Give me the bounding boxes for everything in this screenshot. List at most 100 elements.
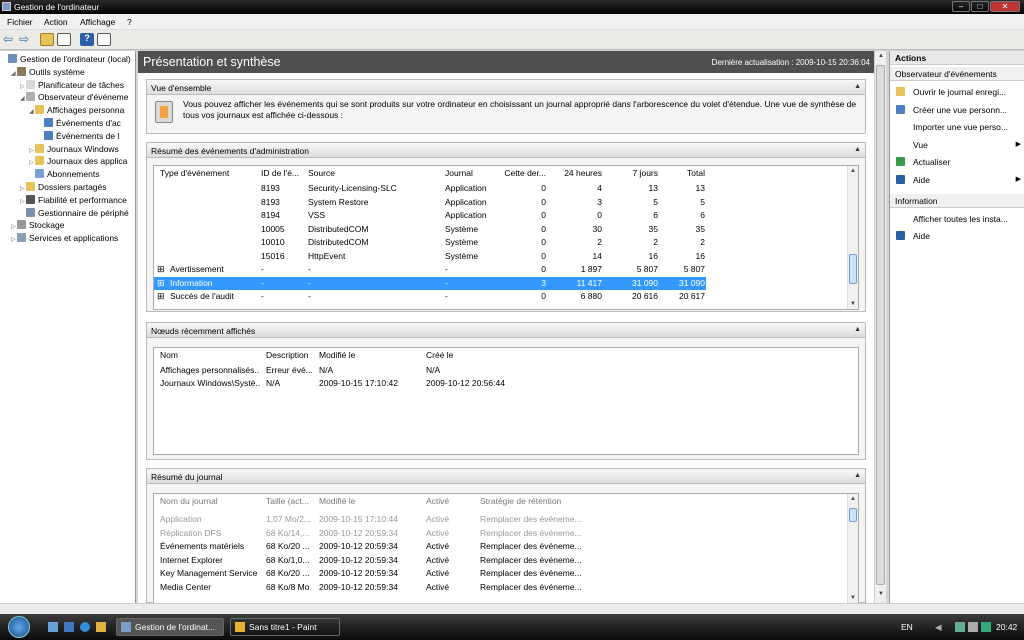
- maximize-button[interactable]: □: [971, 1, 989, 12]
- action-item[interactable]: Afficher toutes les insta...: [890, 212, 1024, 226]
- minimize-button[interactable]: –: [952, 1, 970, 12]
- column-header[interactable]: Type d'événement: [160, 168, 255, 178]
- table-row[interactable]: 10010 DistributedCOM Système 0 2 2 2: [154, 236, 858, 249]
- tree-item[interactable]: ▷ Journaux des applica: [29, 155, 127, 167]
- volume-icon[interactable]: [968, 622, 978, 632]
- column-header[interactable]: Taille (act...: [266, 496, 314, 506]
- tree-item[interactable]: ◢ Affichages personna: [29, 104, 124, 116]
- clock[interactable]: 20:42: [996, 622, 1017, 632]
- menu-fichier[interactable]: Fichier: [7, 17, 33, 27]
- table-row[interactable]: 8193 Security-Licensing-SLC Application 0 4 1…: [154, 182, 858, 195]
- column-header[interactable]: Créé le: [426, 350, 526, 360]
- network-icon[interactable]: [955, 622, 965, 632]
- log-summary-grid[interactable]: Nom du journal Taille (act... Modifié le Ac…: [153, 493, 859, 603]
- table-row[interactable]: Réplication DFS 68 Ko/14,... 2009-10-12 20…: [154, 527, 858, 540]
- column-header[interactable]: Description: [266, 350, 314, 360]
- tree-item[interactable]: ▷ Planificateur de tâches: [20, 79, 124, 91]
- grid-scrollbar[interactable]: ▲ ▼: [847, 166, 858, 309]
- column-header[interactable]: Journal: [445, 168, 501, 178]
- column-header[interactable]: 7 jours: [615, 168, 658, 178]
- tree-item[interactable]: ◢ Outils système: [11, 66, 85, 78]
- action-item[interactable]: Aide ▶: [890, 173, 1024, 187]
- scroll-down-icon[interactable]: ▼: [850, 301, 856, 307]
- tree-item[interactable]: ◢ Observateur d'événeme: [20, 91, 128, 103]
- tree-item[interactable]: ▷ Dossiers partagés: [20, 181, 107, 193]
- language-indicator[interactable]: EN: [901, 622, 913, 632]
- expand-box-icon[interactable]: ⊞: [157, 278, 165, 289]
- column-header[interactable]: ID de l'é...: [261, 168, 303, 178]
- window-title-bar[interactable]: Gestion de l'ordinateur – □ ✕: [0, 0, 1024, 14]
- action-item[interactable]: Ouvrir le journal enregi...: [890, 85, 1024, 99]
- tree-item[interactable]: Abonnements: [29, 168, 99, 180]
- column-header[interactable]: Modifié le: [319, 496, 419, 506]
- action-item[interactable]: Créer une vue personn...: [890, 103, 1024, 117]
- column-header[interactable]: Stratégie de rétention: [480, 496, 620, 506]
- tree-item[interactable]: Événements de l: [38, 130, 119, 142]
- forward-arrow-icon[interactable]: ⇨: [19, 33, 33, 46]
- action-item[interactable]: Actualiser: [890, 155, 1024, 169]
- column-header[interactable]: Activé: [426, 496, 474, 506]
- tree-item[interactable]: ▷ Fiabilité et performance: [20, 194, 127, 206]
- scroll-up-icon[interactable]: ▲: [878, 53, 884, 59]
- close-button[interactable]: ✕: [990, 1, 1020, 12]
- column-header[interactable]: 24 heures: [553, 168, 602, 178]
- switch-windows-icon[interactable]: [64, 622, 74, 632]
- show-desktop-icon[interactable]: [48, 622, 58, 632]
- column-header[interactable]: Source: [308, 168, 438, 178]
- recent-nodes-grid[interactable]: Nom Description Modifié le Créé le Affichage…: [153, 347, 859, 455]
- tree-item[interactable]: ▷ Stockage: [11, 219, 64, 231]
- collapse-icon[interactable]: ▲: [854, 326, 861, 333]
- expand-box-icon[interactable]: ⊞: [157, 264, 165, 275]
- table-row[interactable]: Succès de l'audit - - - 0 6 880 20 616 20 617 ⊞: [154, 290, 858, 303]
- show-hide-tree-icon[interactable]: [57, 33, 71, 46]
- actions-section-header[interactable]: Observateur d'événements: [890, 67, 1024, 81]
- back-arrow-icon[interactable]: ⇦: [3, 33, 17, 46]
- column-header[interactable]: Total: [662, 168, 705, 178]
- column-header[interactable]: Nom du journal: [160, 496, 260, 506]
- menu-affichage[interactable]: Affichage: [80, 17, 115, 27]
- actions-section-header[interactable]: Information: [890, 193, 1024, 208]
- collapse-icon[interactable]: ▲: [854, 83, 861, 90]
- folder-icon[interactable]: [96, 622, 106, 632]
- tree-item[interactable]: Événements d'ac: [38, 117, 121, 129]
- scroll-down-icon[interactable]: ▼: [878, 591, 884, 597]
- table-row[interactable]: Événements matériels 68 Ko/20 ... 2009-10-…: [154, 540, 858, 553]
- center-scrollbar[interactable]: ▲ ▼: [874, 51, 886, 603]
- action-item[interactable]: Vue ▶: [890, 138, 1024, 152]
- action-item[interactable]: Aide: [890, 229, 1024, 243]
- table-row[interactable]: 8193 System Restore Application 0 3 5 5: [154, 196, 858, 209]
- table-row[interactable]: Information - - - 3 11 417 31 090 31 090 ⊞: [154, 276, 706, 290]
- column-header[interactable]: Modifié le: [319, 350, 419, 360]
- table-row[interactable]: 8194 VSS Application 0 0 6 6: [154, 209, 858, 222]
- expand-box-icon[interactable]: ⊞: [157, 291, 165, 302]
- scroll-up-icon[interactable]: ▲: [850, 496, 856, 502]
- show-hide-actions-icon[interactable]: [97, 33, 111, 46]
- task-computer-management[interactable]: Gestion de l'ordinat...: [116, 618, 224, 636]
- scroll-thumb[interactable]: [849, 508, 857, 522]
- internet-explorer-icon[interactable]: [80, 622, 90, 632]
- tree-item[interactable]: ▷ Journaux Windows: [29, 143, 119, 155]
- scroll-thumb[interactable]: [849, 254, 857, 284]
- scroll-up-icon[interactable]: ▲: [850, 168, 856, 174]
- overview-header[interactable]: Vue d'ensemble ▲: [147, 80, 865, 95]
- table-row[interactable]: Key Management Service 68 Ko/20 ... 2009-1…: [154, 567, 858, 580]
- table-row[interactable]: Application 1,07 Mo/2... 2009-10-15 17:10:…: [154, 513, 858, 526]
- column-header[interactable]: Nom: [160, 350, 260, 360]
- task-paint[interactable]: Sans titre1 - Paint: [230, 618, 340, 636]
- menu-action[interactable]: Action: [44, 17, 68, 27]
- table-row[interactable]: Avertissement - - - 0 1 897 5 807 5 807 ⊞: [154, 263, 858, 276]
- menu-help[interactable]: ?: [127, 17, 132, 27]
- table-row[interactable]: Media Center 68 Ko/8 Mo 2009-10-12 20:59:3…: [154, 581, 858, 594]
- tree-item[interactable]: ▷ Services et applications: [11, 232, 118, 244]
- tray-chevron-icon[interactable]: ◀: [935, 622, 942, 633]
- help-icon[interactable]: ?: [80, 33, 94, 46]
- table-row[interactable]: 15016 HttpEvent Système 0 14 16 16: [154, 250, 858, 263]
- table-row[interactable]: Journaux Windows\Systè... N/A 2009-10-15 1…: [154, 377, 858, 390]
- tree-item[interactable]: Gestion de l'ordinateur (local): [2, 53, 131, 65]
- scroll-thumb[interactable]: [876, 65, 885, 585]
- admin-events-grid[interactable]: Type d'événement ID de l'é... Source Journa…: [153, 165, 859, 310]
- start-button[interactable]: [8, 616, 30, 638]
- log-summary-header[interactable]: Résumé du journal ▲: [147, 469, 865, 484]
- recent-nodes-header[interactable]: Nœuds récemment affichés ▲: [147, 323, 865, 338]
- collapse-icon[interactable]: ▲: [854, 146, 861, 153]
